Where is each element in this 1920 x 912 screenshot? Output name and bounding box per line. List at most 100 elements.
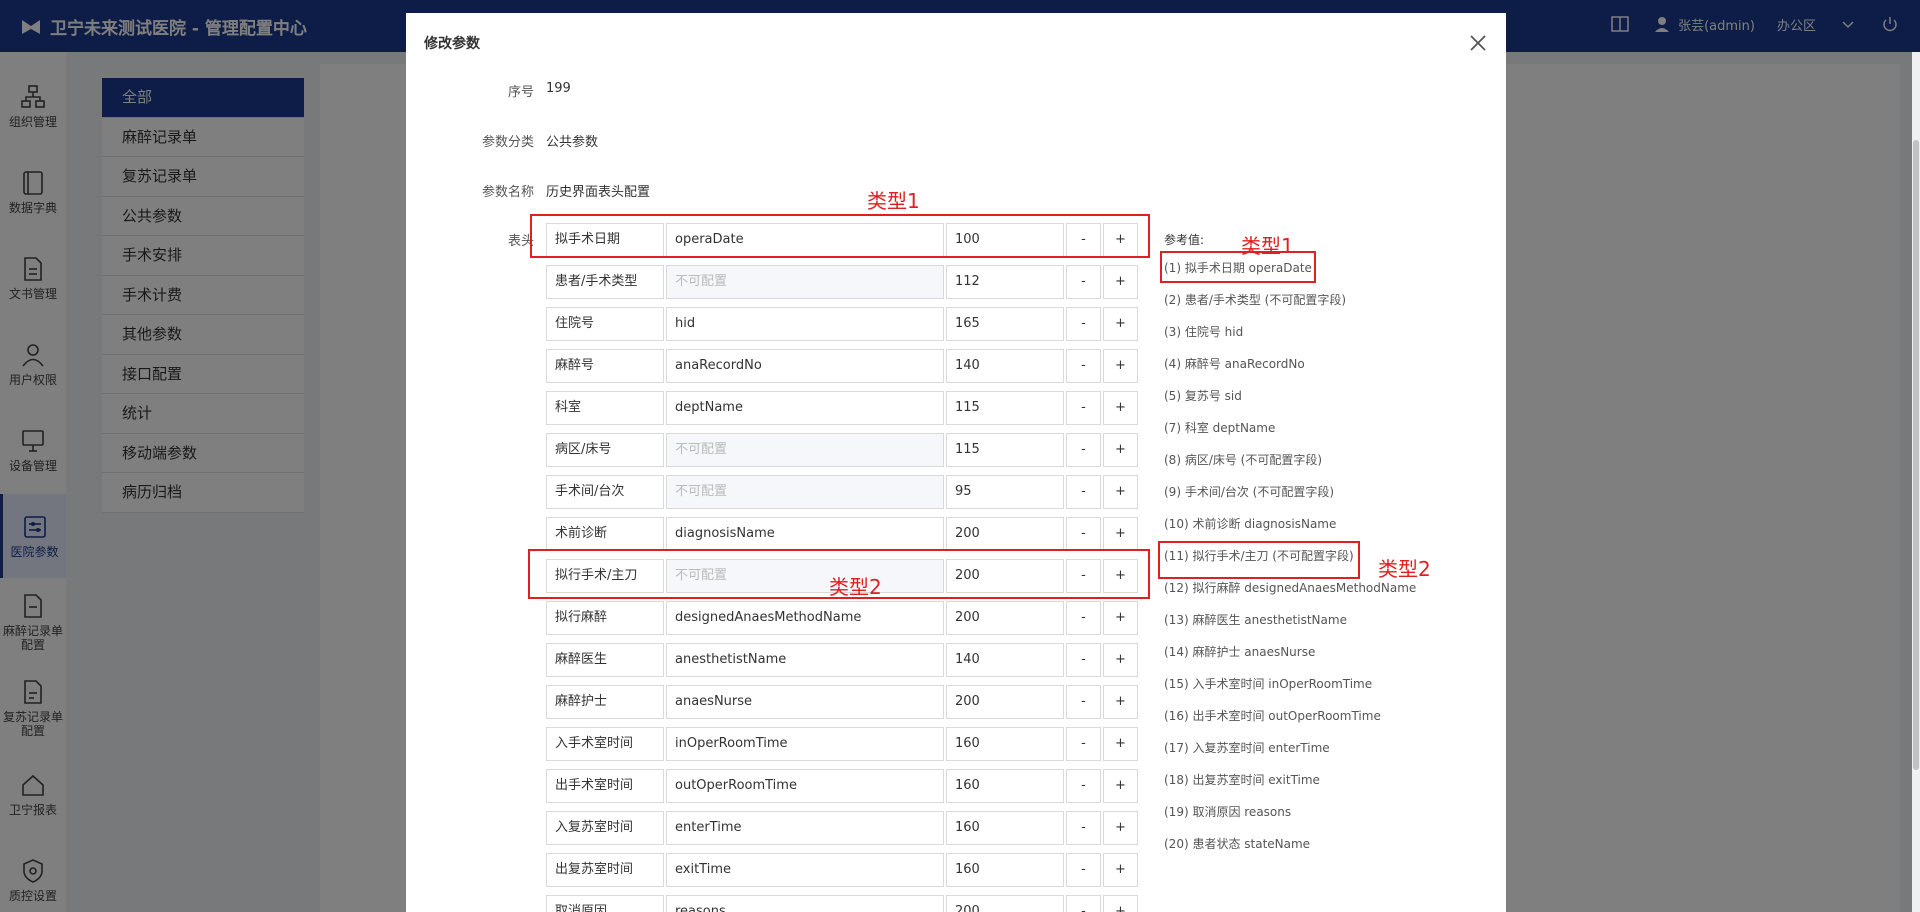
close-icon[interactable] (1468, 33, 1488, 53)
reference-item: (8) 病区/床号 (不可配置字段) (1164, 453, 1323, 467)
column-field-input[interactable]: anesthetistName (666, 643, 944, 677)
increase-button[interactable]: + (1103, 853, 1138, 887)
column-label-input[interactable]: 麻醉号 (546, 349, 664, 383)
header-config-label: 表头 (507, 234, 534, 249)
increase-button[interactable]: + (1103, 349, 1138, 383)
increase-button[interactable]: + (1103, 265, 1138, 299)
column-width-input[interactable]: 95 (946, 475, 1064, 509)
column-field-input[interactable]: anaRecordNo (666, 349, 944, 383)
header-column-row: 出手术室时间 outOperRoomTime 160- + (546, 769, 1140, 803)
column-width-input[interactable]: 160 (946, 811, 1064, 845)
column-field-input[interactable]: deptName (666, 391, 944, 425)
reference-item: (3) 住院号 hid (1164, 325, 1244, 339)
annotation-box-type1 (530, 214, 1150, 258)
column-field-input[interactable]: designedAnaesMethodName (666, 601, 944, 635)
column-field-input[interactable]: inOperRoomTime (666, 727, 944, 761)
decrease-button[interactable]: - (1066, 475, 1101, 509)
column-label-input[interactable]: 术前诊断 (546, 517, 664, 551)
increase-button[interactable]: + (1103, 685, 1138, 719)
decrease-button[interactable]: - (1066, 517, 1101, 551)
reference-item: (14) 麻醉护士 anaesNurse (1164, 645, 1316, 659)
header-column-row: 麻醉号 anaRecordNo 140- + (546, 349, 1140, 383)
reference-item: (16) 出手术室时间 outOperRoomTime (1164, 709, 1381, 723)
increase-button[interactable]: + (1103, 433, 1138, 467)
column-label-input[interactable]: 拟行麻醉 (546, 601, 664, 635)
decrease-button[interactable]: - (1066, 391, 1101, 425)
column-width-input[interactable]: 140 (946, 349, 1064, 383)
column-field-input[interactable]: anaesNurse (666, 685, 944, 719)
increase-button[interactable]: + (1103, 895, 1138, 912)
increase-button[interactable]: + (1103, 307, 1138, 341)
reference-item: (2) 患者/手术类型 (不可配置字段) (1164, 293, 1347, 307)
column-label-input[interactable]: 病区/床号 (546, 433, 664, 467)
page-scrollbar[interactable] (1912, 52, 1920, 912)
column-field-input: 不可配置 (666, 265, 944, 299)
column-width-input[interactable]: 160 (946, 769, 1064, 803)
dialog-title: 修改参数 (424, 36, 480, 52)
column-width-input[interactable]: 200 (946, 685, 1064, 719)
column-width-input[interactable]: 140 (946, 643, 1064, 677)
column-field-input: 不可配置 (666, 475, 944, 509)
category-label: 参数分类 (481, 135, 534, 150)
decrease-button[interactable]: - (1066, 811, 1101, 845)
seq-label: 序号 (507, 85, 534, 100)
reference-item: (9) 手术间/台次 (不可配置字段) (1164, 485, 1335, 499)
header-column-row: 住院号 hid 165- + (546, 307, 1140, 341)
decrease-button[interactable]: - (1066, 307, 1101, 341)
decrease-button[interactable]: - (1066, 265, 1101, 299)
increase-button[interactable]: + (1103, 769, 1138, 803)
reference-item: (10) 术前诊断 diagnosisName (1164, 517, 1337, 531)
decrease-button[interactable]: - (1066, 727, 1101, 761)
increase-button[interactable]: + (1103, 475, 1138, 509)
scrollbar-thumb[interactable] (1913, 140, 1919, 770)
column-width-input[interactable]: 160 (946, 853, 1064, 887)
column-field-input[interactable]: diagnosisName (666, 517, 944, 551)
column-width-input[interactable]: 115 (946, 433, 1064, 467)
header-column-row: 拟行麻醉 designedAnaesMethodName 200- + (546, 601, 1140, 635)
header-column-row: 入手术室时间 inOperRoomTime 160- + (546, 727, 1140, 761)
reference-item: (13) 麻醉医生 anesthetistName (1164, 613, 1347, 627)
column-label-input[interactable]: 出复苏室时间 (546, 853, 664, 887)
increase-button[interactable]: + (1103, 391, 1138, 425)
column-label-input[interactable]: 患者/手术类型 (546, 265, 664, 299)
decrease-button[interactable]: - (1066, 433, 1101, 467)
column-field-input[interactable]: enterTime (666, 811, 944, 845)
column-width-input[interactable]: 115 (946, 391, 1064, 425)
decrease-button[interactable]: - (1066, 349, 1101, 383)
increase-button[interactable]: + (1103, 643, 1138, 677)
column-width-input[interactable]: 200 (946, 601, 1064, 635)
column-label-input[interactable]: 麻醉医生 (546, 643, 664, 677)
column-label-input[interactable]: 出手术室时间 (546, 769, 664, 803)
header-column-row: 麻醉医生 anesthetistName 140- + (546, 643, 1140, 677)
column-field-input[interactable]: exitTime (666, 853, 944, 887)
increase-button[interactable]: + (1103, 601, 1138, 635)
decrease-button[interactable]: - (1066, 601, 1101, 635)
column-label-input[interactable]: 手术间/台次 (546, 475, 664, 509)
decrease-button[interactable]: - (1066, 895, 1101, 912)
increase-button[interactable]: + (1103, 811, 1138, 845)
column-label-input[interactable]: 麻醉护士 (546, 685, 664, 719)
column-label-input[interactable]: 入手术室时间 (546, 727, 664, 761)
decrease-button[interactable]: - (1066, 853, 1101, 887)
column-label-input[interactable]: 科室 (546, 391, 664, 425)
increase-button[interactable]: + (1103, 727, 1138, 761)
column-width-input[interactable]: 200 (946, 895, 1064, 912)
column-width-input[interactable]: 165 (946, 307, 1064, 341)
header-column-row: 入复苏室时间 enterTime 160- + (546, 811, 1140, 845)
decrease-button[interactable]: - (1066, 769, 1101, 803)
column-label-input[interactable]: 入复苏室时间 (546, 811, 664, 845)
reference-item: (15) 入手术室时间 inOperRoomTime (1164, 677, 1373, 691)
decrease-button[interactable]: - (1066, 643, 1101, 677)
decrease-button[interactable]: - (1066, 685, 1101, 719)
column-width-input[interactable]: 200 (946, 517, 1064, 551)
column-field-input[interactable]: reasons (666, 895, 944, 912)
column-label-input[interactable]: 住院号 (546, 307, 664, 341)
param-name-label: 参数名称 (481, 185, 534, 200)
column-width-input[interactable]: 160 (946, 727, 1064, 761)
column-field-input[interactable]: hid (666, 307, 944, 341)
column-field-input[interactable]: outOperRoomTime (666, 769, 944, 803)
reference-item: (17) 入复苏室时间 enterTime (1164, 741, 1330, 755)
column-label-input[interactable]: 取消原因 (546, 895, 664, 912)
column-width-input[interactable]: 112 (946, 265, 1064, 299)
increase-button[interactable]: + (1103, 517, 1138, 551)
